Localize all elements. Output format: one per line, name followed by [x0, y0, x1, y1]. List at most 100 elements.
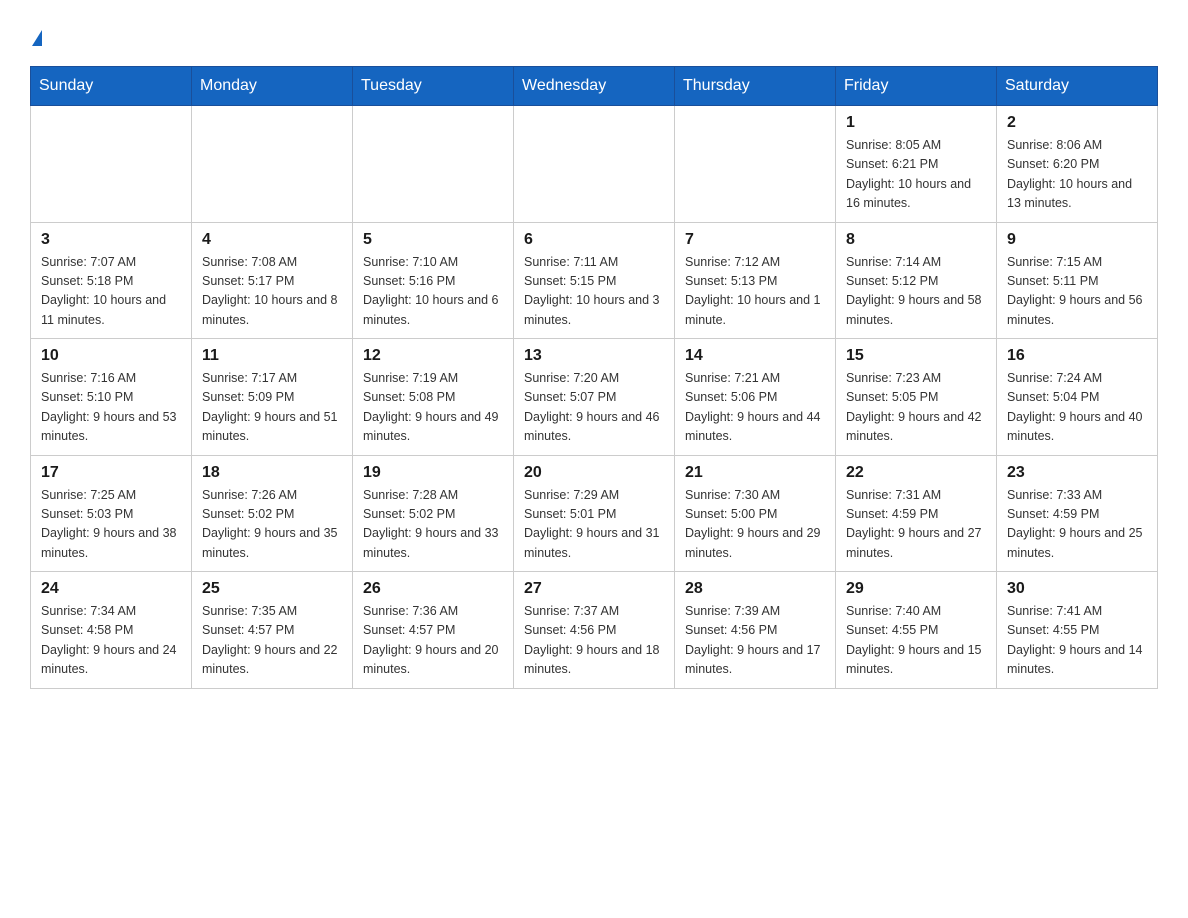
calendar-cell: 26 Sunrise: 7:36 AM Sunset: 4:57 PM Dayli… — [353, 572, 514, 689]
day-info: Sunrise: 7:26 AM Sunset: 5:02 PM Dayligh… — [202, 486, 342, 564]
calendar-cell: 27 Sunrise: 7:37 AM Sunset: 4:56 PM Dayli… — [514, 572, 675, 689]
calendar-cell: 28 Sunrise: 7:39 AM Sunset: 4:56 PM Dayli… — [675, 572, 836, 689]
day-number: 22 — [846, 464, 986, 482]
calendar-cell: 20 Sunrise: 7:29 AM Sunset: 5:01 PM Dayli… — [514, 455, 675, 572]
day-number: 18 — [202, 464, 342, 482]
day-number: 26 — [363, 580, 503, 598]
day-number: 3 — [41, 231, 181, 249]
day-number: 4 — [202, 231, 342, 249]
day-info: Sunrise: 7:15 AM Sunset: 5:11 PM Dayligh… — [1007, 253, 1147, 331]
week-row-1: 1 Sunrise: 8:05 AM Sunset: 6:21 PM Daylig… — [31, 106, 1158, 223]
day-info: Sunrise: 7:40 AM Sunset: 4:55 PM Dayligh… — [846, 602, 986, 680]
day-info: Sunrise: 8:06 AM Sunset: 6:20 PM Dayligh… — [1007, 136, 1147, 214]
calendar-cell: 19 Sunrise: 7:28 AM Sunset: 5:02 PM Dayli… — [353, 455, 514, 572]
day-number: 14 — [685, 347, 825, 365]
calendar-cell: 17 Sunrise: 7:25 AM Sunset: 5:03 PM Dayli… — [31, 455, 192, 572]
day-info: Sunrise: 7:17 AM Sunset: 5:09 PM Dayligh… — [202, 369, 342, 447]
calendar-cell: 10 Sunrise: 7:16 AM Sunset: 5:10 PM Dayli… — [31, 339, 192, 456]
calendar-cell: 9 Sunrise: 7:15 AM Sunset: 5:11 PM Daylig… — [997, 222, 1158, 339]
calendar-cell — [514, 106, 675, 223]
calendar-cell — [192, 106, 353, 223]
calendar-cell: 18 Sunrise: 7:26 AM Sunset: 5:02 PM Dayli… — [192, 455, 353, 572]
calendar-cell: 29 Sunrise: 7:40 AM Sunset: 4:55 PM Dayli… — [836, 572, 997, 689]
calendar-cell: 12 Sunrise: 7:19 AM Sunset: 5:08 PM Dayli… — [353, 339, 514, 456]
day-number: 30 — [1007, 580, 1147, 598]
calendar-cell: 3Sunrise: 7:07 AM Sunset: 5:18 PM Daylig… — [31, 222, 192, 339]
weekday-header-row: SundayMondayTuesdayWednesdayThursdayFrid… — [31, 67, 1158, 106]
day-info: Sunrise: 7:08 AM Sunset: 5:17 PM Dayligh… — [202, 253, 342, 331]
calendar-cell — [675, 106, 836, 223]
calendar-cell: 2 Sunrise: 8:06 AM Sunset: 6:20 PM Daylig… — [997, 106, 1158, 223]
day-number: 21 — [685, 464, 825, 482]
day-number: 2 — [1007, 114, 1147, 132]
calendar-cell: 23Sunrise: 7:33 AM Sunset: 4:59 PM Dayli… — [997, 455, 1158, 572]
calendar-cell: 4 Sunrise: 7:08 AM Sunset: 5:17 PM Daylig… — [192, 222, 353, 339]
day-number: 27 — [524, 580, 664, 598]
day-info: Sunrise: 7:19 AM Sunset: 5:08 PM Dayligh… — [363, 369, 503, 447]
calendar-cell: 16Sunrise: 7:24 AM Sunset: 5:04 PM Dayli… — [997, 339, 1158, 456]
week-row-2: 3Sunrise: 7:07 AM Sunset: 5:18 PM Daylig… — [31, 222, 1158, 339]
day-info: Sunrise: 7:23 AM Sunset: 5:05 PM Dayligh… — [846, 369, 986, 447]
day-number: 10 — [41, 347, 181, 365]
day-number: 15 — [846, 347, 986, 365]
weekday-header-thursday: Thursday — [675, 67, 836, 106]
day-info: Sunrise: 7:21 AM Sunset: 5:06 PM Dayligh… — [685, 369, 825, 447]
calendar-cell: 14 Sunrise: 7:21 AM Sunset: 5:06 PM Dayli… — [675, 339, 836, 456]
calendar-cell: 22 Sunrise: 7:31 AM Sunset: 4:59 PM Dayli… — [836, 455, 997, 572]
day-number: 24 — [41, 580, 181, 598]
week-row-3: 10 Sunrise: 7:16 AM Sunset: 5:10 PM Dayli… — [31, 339, 1158, 456]
calendar-cell: 24 Sunrise: 7:34 AM Sunset: 4:58 PM Dayli… — [31, 572, 192, 689]
day-info: Sunrise: 7:34 AM Sunset: 4:58 PM Dayligh… — [41, 602, 181, 680]
day-number: 5 — [363, 231, 503, 249]
week-row-5: 24 Sunrise: 7:34 AM Sunset: 4:58 PM Dayli… — [31, 572, 1158, 689]
day-number: 29 — [846, 580, 986, 598]
calendar-cell: 21 Sunrise: 7:30 AM Sunset: 5:00 PM Dayli… — [675, 455, 836, 572]
day-number: 12 — [363, 347, 503, 365]
day-info: Sunrise: 7:25 AM Sunset: 5:03 PM Dayligh… — [41, 486, 181, 564]
page-header — [30, 30, 1158, 46]
day-number: 8 — [846, 231, 986, 249]
day-info: Sunrise: 7:39 AM Sunset: 4:56 PM Dayligh… — [685, 602, 825, 680]
day-number: 1 — [846, 114, 986, 132]
day-info: Sunrise: 7:20 AM Sunset: 5:07 PM Dayligh… — [524, 369, 664, 447]
week-row-4: 17 Sunrise: 7:25 AM Sunset: 5:03 PM Dayli… — [31, 455, 1158, 572]
day-info: Sunrise: 7:36 AM Sunset: 4:57 PM Dayligh… — [363, 602, 503, 680]
day-number: 9 — [1007, 231, 1147, 249]
day-info: Sunrise: 7:16 AM Sunset: 5:10 PM Dayligh… — [41, 369, 181, 447]
day-info: Sunrise: 7:30 AM Sunset: 5:00 PM Dayligh… — [685, 486, 825, 564]
day-info: Sunrise: 7:14 AM Sunset: 5:12 PM Dayligh… — [846, 253, 986, 331]
calendar-cell — [31, 106, 192, 223]
calendar-cell: 30 Sunrise: 7:41 AM Sunset: 4:55 PM Dayli… — [997, 572, 1158, 689]
weekday-header-wednesday: Wednesday — [514, 67, 675, 106]
day-number: 23 — [1007, 464, 1147, 482]
day-info: Sunrise: 7:37 AM Sunset: 4:56 PM Dayligh… — [524, 602, 664, 680]
day-info: Sunrise: 7:29 AM Sunset: 5:01 PM Dayligh… — [524, 486, 664, 564]
day-info: Sunrise: 7:31 AM Sunset: 4:59 PM Dayligh… — [846, 486, 986, 564]
weekday-header-sunday: Sunday — [31, 67, 192, 106]
weekday-header-saturday: Saturday — [997, 67, 1158, 106]
day-number: 25 — [202, 580, 342, 598]
day-number: 19 — [363, 464, 503, 482]
day-info: Sunrise: 7:10 AM Sunset: 5:16 PM Dayligh… — [363, 253, 503, 331]
day-info: Sunrise: 7:35 AM Sunset: 4:57 PM Dayligh… — [202, 602, 342, 680]
day-info: Sunrise: 7:12 AM Sunset: 5:13 PM Dayligh… — [685, 253, 825, 331]
calendar-cell: 15 Sunrise: 7:23 AM Sunset: 5:05 PM Dayli… — [836, 339, 997, 456]
calendar-cell: 5 Sunrise: 7:10 AM Sunset: 5:16 PM Daylig… — [353, 222, 514, 339]
day-number: 6 — [524, 231, 664, 249]
day-number: 13 — [524, 347, 664, 365]
calendar-cell: 25 Sunrise: 7:35 AM Sunset: 4:57 PM Dayli… — [192, 572, 353, 689]
day-info: Sunrise: 7:28 AM Sunset: 5:02 PM Dayligh… — [363, 486, 503, 564]
calendar-cell: 11Sunrise: 7:17 AM Sunset: 5:09 PM Dayli… — [192, 339, 353, 456]
day-number: 20 — [524, 464, 664, 482]
weekday-header-friday: Friday — [836, 67, 997, 106]
day-number: 28 — [685, 580, 825, 598]
calendar-table: SundayMondayTuesdayWednesdayThursdayFrid… — [30, 66, 1158, 689]
calendar-cell: 8 Sunrise: 7:14 AM Sunset: 5:12 PM Daylig… — [836, 222, 997, 339]
logo — [30, 30, 42, 46]
logo-triangle-icon — [32, 30, 42, 46]
weekday-header-monday: Monday — [192, 67, 353, 106]
weekday-header-tuesday: Tuesday — [353, 67, 514, 106]
day-info: Sunrise: 7:41 AM Sunset: 4:55 PM Dayligh… — [1007, 602, 1147, 680]
day-number: 17 — [41, 464, 181, 482]
day-info: Sunrise: 8:05 AM Sunset: 6:21 PM Dayligh… — [846, 136, 986, 214]
